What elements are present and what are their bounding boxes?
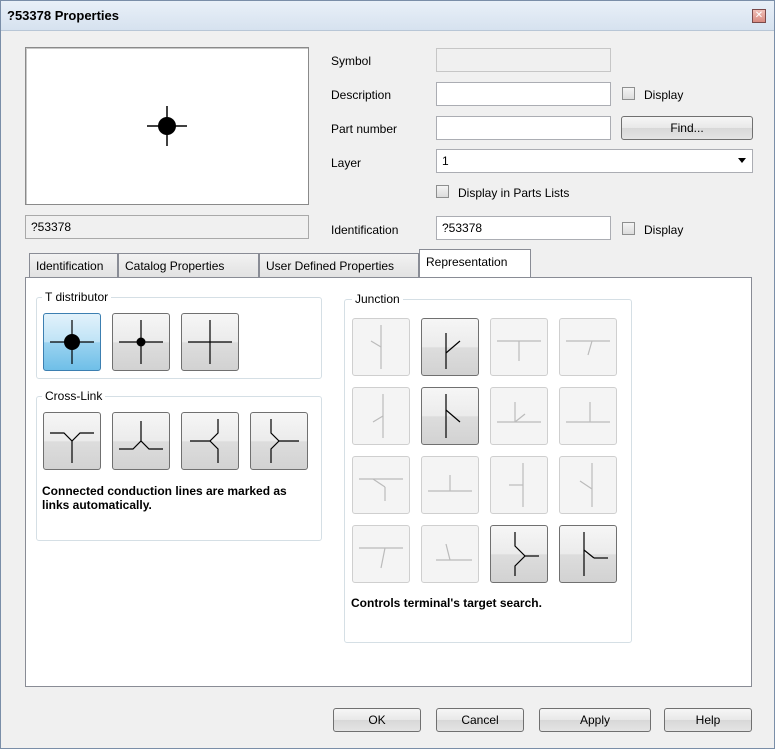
junction-icon [445, 333, 461, 369]
junction-button-13[interactable] [352, 525, 410, 583]
window-title: ?53378 Properties [7, 8, 120, 23]
tab-user-defined-properties[interactable]: User Defined Properties [259, 253, 419, 277]
cross-link-right-button[interactable] [250, 412, 308, 470]
junction-button-5[interactable] [352, 387, 410, 445]
cross-link-down-button[interactable] [43, 412, 101, 470]
symbol-field [436, 48, 611, 72]
description-display-label: Display [644, 88, 684, 102]
junction-icon [566, 340, 610, 356]
t-distributor-plain-button[interactable] [181, 313, 239, 371]
properties-dialog: ?53378 Properties ✕ ?53378 Symbol Descri… [0, 0, 775, 749]
identification-field[interactable]: ?53378 [436, 216, 611, 240]
junction-button-9[interactable] [352, 456, 410, 514]
junction-button-14[interactable] [421, 525, 479, 583]
find-button[interactable]: Find... [621, 116, 753, 140]
junction-button-15[interactable] [490, 525, 548, 583]
tab-catalog-properties[interactable]: Catalog Properties [118, 253, 259, 277]
junction-note: Controls terminal's target search. [351, 596, 542, 610]
junction-icon [583, 532, 608, 576]
junction-button-4[interactable] [559, 318, 617, 376]
layer-value: 1 [442, 154, 449, 168]
junction-button-10[interactable] [421, 456, 479, 514]
t-distributor-small-dot-button[interactable] [112, 313, 170, 371]
cross-link-up-icon [119, 421, 163, 450]
t-small-dot-icon [119, 320, 163, 364]
junction-button-2[interactable] [421, 318, 479, 376]
junction-button-12[interactable] [559, 456, 617, 514]
junction-icon [566, 402, 610, 423]
ok-button[interactable]: OK [333, 708, 421, 732]
description-label: Description [331, 88, 392, 102]
title-bar: ?53378 Properties ✕ [1, 1, 774, 31]
cross-link-up-button[interactable] [112, 412, 170, 470]
identification-display-checkbox[interactable] [622, 222, 635, 235]
junction-button-8[interactable] [559, 387, 617, 445]
junction-icon [370, 325, 382, 369]
junction-icon [509, 463, 524, 507]
cancel-button[interactable]: Cancel [436, 708, 524, 732]
junction-icon [428, 475, 472, 492]
t-distributor-preview-icon [147, 106, 187, 146]
junction-button-16[interactable] [559, 525, 617, 583]
apply-button[interactable]: Apply [539, 708, 651, 732]
junction-icon [497, 402, 541, 423]
junction-button-7[interactable] [490, 387, 548, 445]
junction-button-6[interactable] [421, 387, 479, 445]
cross-link-left-icon [190, 419, 219, 463]
cross-link-down-icon [50, 432, 94, 463]
junction-icon [579, 463, 593, 507]
description-field[interactable] [436, 82, 611, 106]
part-number-field[interactable] [436, 116, 611, 140]
junction-button-1[interactable] [352, 318, 410, 376]
help-button[interactable]: Help [664, 708, 752, 732]
part-number-label: Part number [331, 122, 398, 136]
junction-icon [372, 394, 384, 438]
junction-icon [514, 532, 539, 576]
junction-icon [359, 478, 403, 501]
parts-list-label: Display in Parts Lists [458, 186, 570, 200]
tab-representation[interactable]: Representation [419, 249, 531, 277]
cross-link-title: Cross-Link [42, 389, 106, 403]
layer-select[interactable]: 1 [436, 149, 753, 173]
parts-list-checkbox[interactable] [436, 185, 449, 198]
description-display-checkbox[interactable] [622, 87, 635, 100]
t-plain-cross-icon [188, 320, 232, 364]
close-icon[interactable]: ✕ [752, 9, 766, 23]
junction-icon [359, 547, 403, 569]
tab-identification[interactable]: Identification [29, 253, 118, 277]
representation-panel: T distributor Cross-Link Connected condu… [25, 277, 752, 687]
junction-button-3[interactable] [490, 318, 548, 376]
chevron-down-icon [738, 158, 746, 163]
layer-label: Layer [331, 156, 362, 170]
junction-icon [497, 340, 541, 361]
junction-button-11[interactable] [490, 456, 548, 514]
t-large-dot-icon [50, 320, 94, 364]
symbol-preview [25, 47, 309, 205]
identification-label: Identification [331, 223, 399, 237]
cross-link-note: Connected conduction lines are marked as… [42, 484, 287, 512]
cross-link-left-button[interactable] [181, 412, 239, 470]
junction-icon [436, 543, 472, 561]
symbol-label: Symbol [331, 54, 372, 68]
junction-title: Junction [352, 292, 403, 306]
junction-icon [445, 394, 461, 438]
preview-name: ?53378 [25, 215, 309, 239]
identification-display-label: Display [644, 223, 684, 237]
t-distributor-large-dot-button[interactable] [43, 313, 101, 371]
cross-link-right-icon [270, 419, 299, 463]
t-distributor-title: T distributor [42, 290, 112, 304]
